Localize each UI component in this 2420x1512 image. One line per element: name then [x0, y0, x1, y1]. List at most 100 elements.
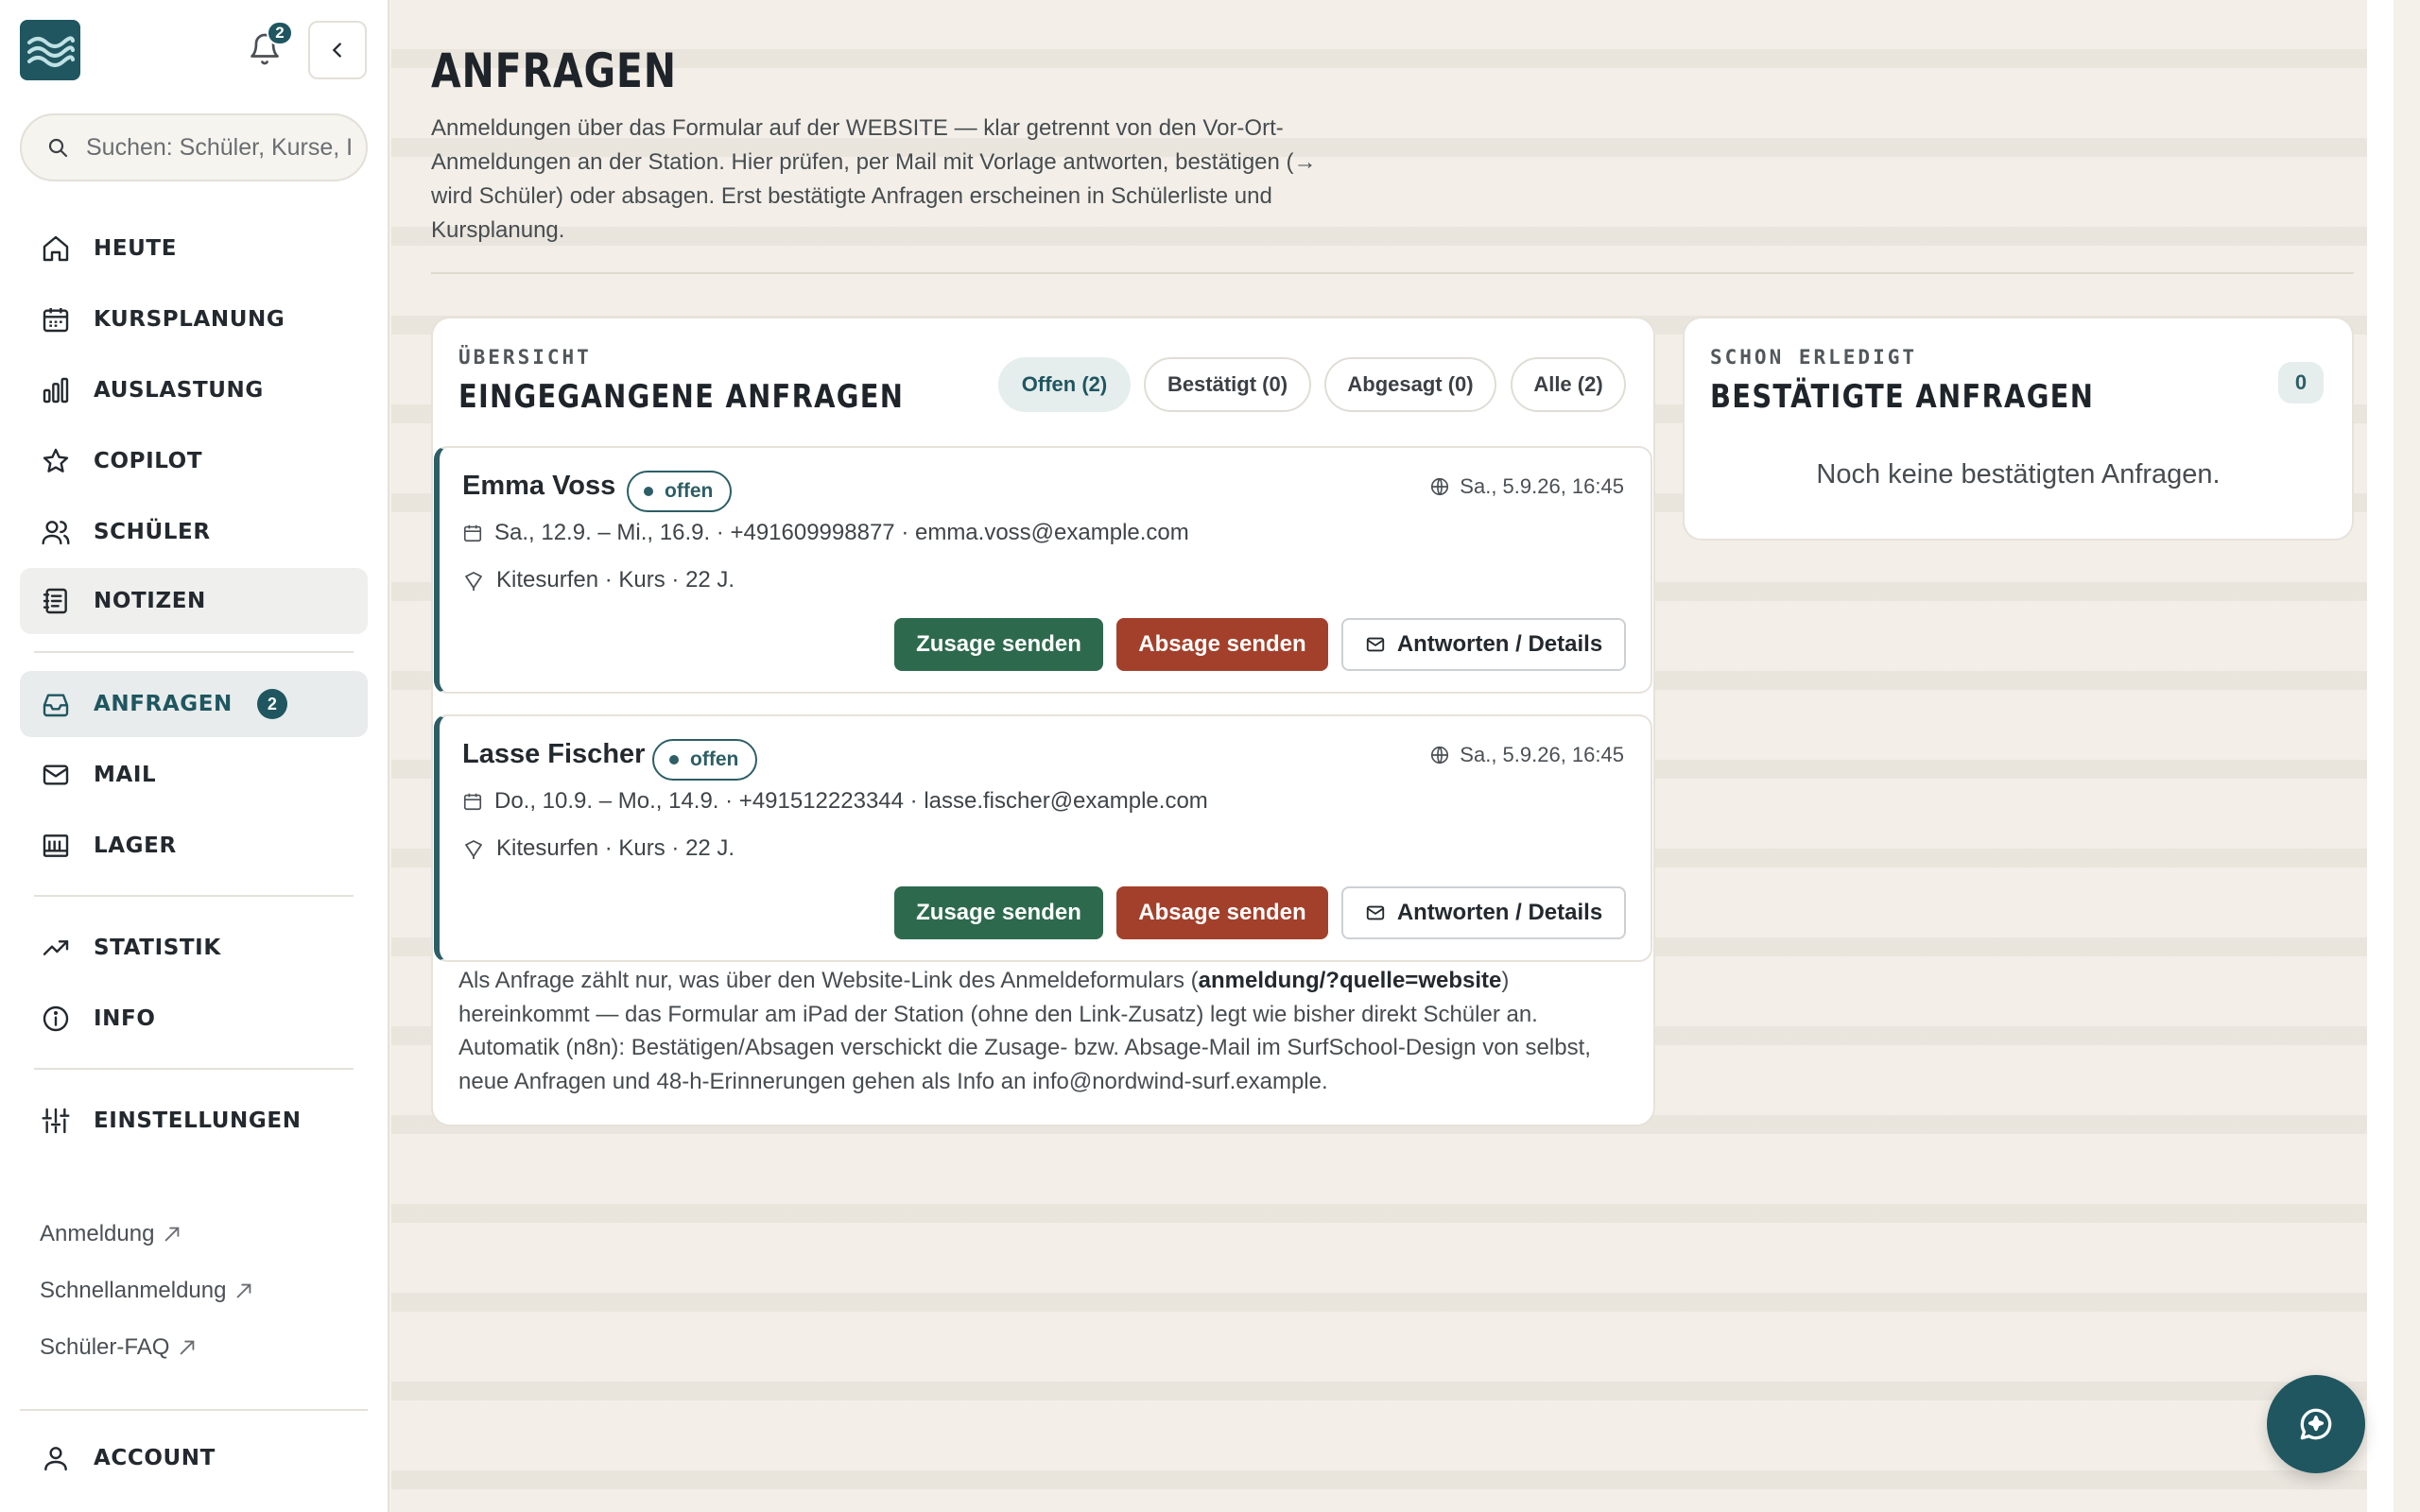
copilot-chat-button[interactable]	[2267, 1375, 2365, 1473]
nav-item-copilot[interactable]: COPILOT	[20, 428, 368, 494]
nav-item-info[interactable]: INFO	[20, 986, 368, 1052]
footnote-link-path: anmeldung/?quelle=website	[1198, 968, 1502, 993]
confirmed-empty-state: Noch keine bestätigten Anfragen.	[1816, 459, 2221, 490]
nav-label: HEUTE	[94, 236, 178, 261]
filter-bestaetigt[interactable]: Bestätigt (0)	[1144, 357, 1311, 412]
request-course: Kitesurfen · Kurs · 22 J.	[462, 567, 735, 593]
search-input[interactable]	[86, 133, 360, 162]
nav-label: ACCOUNT	[94, 1446, 216, 1470]
details-text: Sa., 12.9. – Mi., 16.9. · +491609998877 …	[494, 520, 1189, 545]
request-name: Emma Voss	[462, 471, 616, 501]
app-logo[interactable]	[20, 20, 80, 80]
confirmed-count-badge: 0	[2278, 362, 2324, 404]
warehouse-icon	[39, 829, 73, 863]
incoming-title: EINGEGANGENE ANFRAGEN	[458, 378, 905, 416]
status-badge: offen	[652, 739, 758, 781]
nav-item-account[interactable]: ACCOUNT	[20, 1425, 368, 1491]
nav-item-notizen[interactable]: NOTIZEN	[20, 568, 368, 634]
reply-details-label: Antworten / Details	[1396, 631, 1603, 657]
header-divider	[431, 272, 2354, 274]
calendar-icon	[39, 302, 73, 336]
trending-up-icon	[39, 931, 73, 965]
external-link-schueler-faq[interactable]: Schüler-FAQ	[40, 1334, 198, 1361]
home-icon	[39, 232, 73, 266]
nav-label: LAGER	[94, 833, 177, 858]
sliders-icon	[39, 1104, 73, 1138]
nav-item-schueler[interactable]: SCHÜLER	[20, 499, 368, 565]
confirmed-title: BESTÄTIGTE ANFRAGEN	[1710, 378, 2095, 416]
received-label: Sa., 5.9.26, 16:45	[1460, 743, 1624, 766]
mail-icon	[39, 758, 73, 792]
decline-button[interactable]: Absage senden	[1116, 618, 1328, 671]
filter-offen[interactable]: Offen (2)	[998, 357, 1131, 412]
external-link-label: Schüler-FAQ	[40, 1334, 170, 1360]
incoming-footnote: Als Anfrage zählt nur, was über den Webs…	[458, 964, 1631, 1098]
nav-item-kursplanung[interactable]: KURSPLANUNG	[20, 286, 368, 352]
request-details: Do., 10.9. – Mo., 14.9. · +491512223344 …	[462, 788, 1208, 815]
scrollbar[interactable]	[2367, 0, 2394, 1512]
inbox-icon	[39, 687, 73, 721]
confirmed-eyebrow: SCHON ERLEDIGT	[1710, 346, 1918, 369]
bar-chart-icon	[39, 373, 73, 407]
anfragen-count-badge: 2	[256, 689, 287, 719]
nav-item-heute[interactable]: HEUTE	[20, 215, 368, 282]
star-icon	[39, 444, 73, 478]
details-text: Do., 10.9. – Mo., 14.9. · +491512223344 …	[494, 788, 1208, 814]
status-dot-icon	[644, 487, 653, 496]
mail-icon	[1366, 637, 1384, 652]
request-details: Sa., 12.9. – Mi., 16.9. · +491609998877 …	[462, 520, 1189, 546]
nav-label: ANFRAGEN	[94, 692, 233, 716]
course-text: Kitesurfen · Kurs · 22 J.	[496, 835, 735, 861]
external-link-schnellanmeldung[interactable]: Schnellanmeldung	[40, 1278, 254, 1304]
nav-divider	[34, 1068, 354, 1070]
reply-details-button[interactable]: Antworten / Details	[1341, 886, 1626, 939]
received-timestamp: Sa., 5.9.26, 16:45	[1429, 474, 1624, 499]
globe-icon	[1431, 746, 1449, 765]
kite-icon	[465, 572, 482, 591]
notes-icon	[39, 584, 73, 618]
nav-divider	[34, 651, 354, 653]
filter-abgesagt[interactable]: Abgesagt (0)	[1324, 357, 1496, 412]
nav-item-lager[interactable]: LAGER	[20, 813, 368, 879]
nav-label: AUSLASTUNG	[94, 378, 264, 403]
reply-details-button[interactable]: Antworten / Details	[1341, 618, 1626, 671]
incoming-eyebrow: ÜBERSICHT	[458, 346, 592, 369]
received-label: Sa., 5.9.26, 16:45	[1460, 474, 1624, 498]
nav-item-mail[interactable]: MAIL	[20, 742, 368, 808]
nav-item-einstellungen[interactable]: EINSTELLUNGEN	[20, 1088, 368, 1154]
reply-details-label: Antworten / Details	[1396, 900, 1603, 925]
users-icon	[39, 515, 73, 549]
nav-label: SCHÜLER	[94, 520, 211, 544]
collapse-sidebar-button[interactable]	[308, 21, 367, 79]
nav-item-anfragen[interactable]: ANFRAGEN 2	[20, 671, 368, 737]
sidebar: 2 HEUTE KURSPLANUNG AUSLASTUNG COPILOT S…	[0, 0, 389, 1512]
mail-icon	[1366, 905, 1384, 920]
external-link-anmeldung[interactable]: Anmeldung	[40, 1221, 182, 1247]
search-box[interactable]	[20, 113, 368, 181]
user-icon	[39, 1441, 73, 1475]
request-name: Lasse Fischer	[462, 739, 646, 769]
course-text: Kitesurfen · Kurs · 22 J.	[496, 567, 735, 593]
external-arrow-icon	[165, 1227, 180, 1242]
nav-label: COPILOT	[94, 449, 203, 473]
nav-item-statistik[interactable]: STATISTIK	[20, 915, 368, 981]
external-link-label: Schnellanmeldung	[40, 1278, 227, 1303]
accept-button[interactable]: Zusage senden	[894, 618, 1103, 671]
calendar-icon	[463, 524, 482, 542]
decline-button[interactable]: Absage senden	[1116, 886, 1328, 939]
status-dot-icon	[669, 755, 679, 765]
info-icon	[39, 1002, 73, 1036]
notification-count-badge: 2	[267, 21, 293, 45]
status-label: offen	[665, 480, 714, 502]
status-badge: offen	[627, 471, 733, 512]
globe-icon	[1431, 477, 1449, 496]
nav-label: EINSTELLUNGEN	[94, 1108, 302, 1133]
nav-label: INFO	[94, 1006, 156, 1031]
page-description: Anmeldungen über das Formular auf der WE…	[431, 115, 1317, 243]
filter-alle[interactable]: Alle (2)	[1511, 357, 1626, 412]
accept-button[interactable]: Zusage senden	[894, 886, 1103, 939]
nav-label: STATISTIK	[94, 936, 221, 960]
page-title: ANFRAGEN	[431, 43, 677, 98]
external-arrow-icon	[237, 1283, 251, 1298]
nav-item-auslastung[interactable]: AUSLASTUNG	[20, 357, 368, 423]
